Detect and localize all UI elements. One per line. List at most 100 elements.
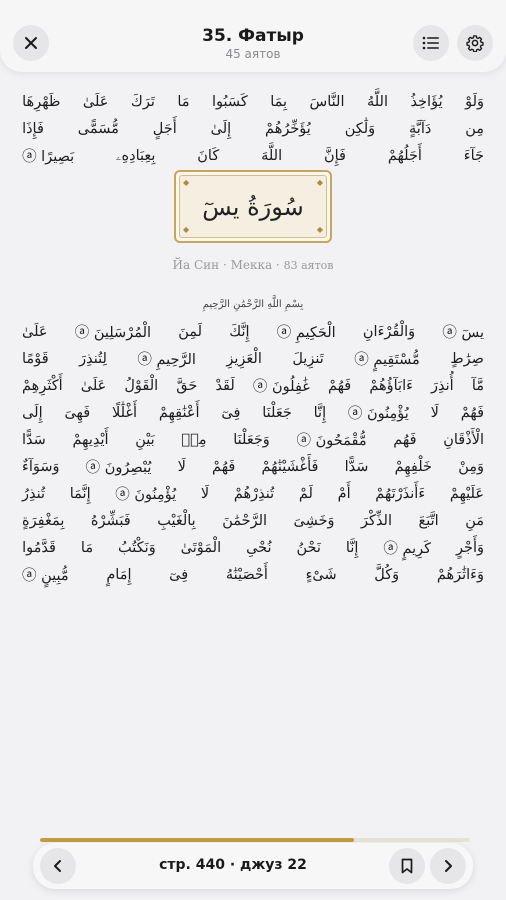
settings-button[interactable]	[457, 25, 493, 61]
quran-word[interactable]: النَّاسَ	[310, 94, 345, 110]
quran-word[interactable]: يُؤَاخِذُ	[410, 94, 442, 110]
quran-word[interactable]: فَأَغْشَيْنَٰهُمْ	[261, 459, 318, 475]
quran-word[interactable]: أَيْدِيهِمْ	[73, 432, 109, 448]
previous-page-button[interactable]	[40, 848, 76, 884]
quran-word[interactable]: إِنَّا	[346, 540, 358, 556]
quran-word[interactable]: نُحْىِ	[246, 540, 271, 556]
quran-word[interactable]: وَمِنْ	[458, 459, 484, 475]
quran-word[interactable]: أَعْنَٰقِهِمْ	[159, 405, 200, 421]
quran-word[interactable]: قَوْمًا	[22, 351, 49, 367]
quran-word[interactable]: لَا	[201, 486, 209, 502]
quran-word[interactable]: الرَّحِيمِ ⓐ	[137, 348, 196, 369]
quran-word[interactable]: أَحْصَيْنَٰهُ	[226, 567, 268, 583]
quran-word[interactable]: فَهُمْ	[328, 378, 351, 394]
quran-word[interactable]: الْمُرْسَلِينَ ⓐ	[75, 321, 151, 342]
quran-word[interactable]: تُنذِرُ	[22, 486, 45, 502]
quran-word[interactable]: بَيْنِ	[135, 432, 154, 448]
quran-word[interactable]: ظَهْرِهَا	[22, 94, 60, 110]
quran-word[interactable]: تُنذِرْهُمْ	[234, 486, 274, 502]
quran-word[interactable]: فَبَشِّرْهُ	[91, 513, 131, 529]
quran-word[interactable]: إِنَّمَا	[70, 486, 91, 502]
quran-word[interactable]: فَإِنَّ	[324, 148, 346, 164]
quran-word[interactable]: خَلْفِهِمْ	[395, 459, 432, 475]
quran-word[interactable]: جَآءَ	[464, 148, 484, 164]
quran-word[interactable]: فَهُم	[393, 432, 416, 448]
quran-word[interactable]: صِرَٰطٍ	[450, 351, 484, 367]
quran-word[interactable]: لِتُنذِرَ	[79, 351, 107, 367]
close-button[interactable]	[13, 25, 49, 61]
quran-word[interactable]: الرَّحْمَٰنَ	[222, 513, 267, 529]
quran-word[interactable]: وَلَوْ	[465, 94, 484, 110]
quran-word[interactable]: إِنَّا	[314, 405, 326, 421]
quran-word[interactable]: أَغْلَٰلًا	[112, 405, 137, 421]
quran-word[interactable]: سَدًّا	[345, 459, 369, 475]
quran-word[interactable]: إِنَّكَ	[229, 324, 249, 340]
quran-word[interactable]: فَهُمْ	[461, 405, 484, 421]
quran-word[interactable]: فِىٓ	[169, 567, 188, 583]
quran-word[interactable]: مَنِ	[465, 513, 484, 529]
quran-word[interactable]: إِمَامٍ	[106, 567, 131, 583]
quran-word[interactable]: مِنۢ	[181, 432, 206, 448]
quran-word[interactable]: اللَّهُ	[367, 94, 388, 110]
quran-word[interactable]: كَسَبُوا	[212, 94, 248, 110]
quran-word[interactable]: فِىٓ	[221, 405, 240, 421]
quran-word[interactable]: سَدًّا	[22, 432, 46, 448]
quran-word[interactable]: جَعَلْنَا	[262, 405, 292, 421]
bookmark-button[interactable]	[389, 848, 425, 884]
quran-word[interactable]: مُّقْمَحُونَ ⓐ	[297, 429, 367, 450]
quran-word[interactable]: وَسَوَآءٌ	[22, 459, 60, 475]
quran-word[interactable]: اللَّهَ	[261, 148, 282, 164]
quran-word[interactable]: ءَابَآؤُهُمْ	[369, 378, 413, 394]
quran-word[interactable]: مُّسْتَقِيمٍ ⓐ	[354, 348, 420, 369]
quran-word[interactable]: كَانَ	[197, 148, 219, 164]
quran-word[interactable]: وَأَجْرٍ	[456, 540, 484, 556]
quran-word[interactable]: أَمْ	[338, 486, 351, 502]
quran-word[interactable]: مَا	[81, 540, 93, 556]
quran-word[interactable]: الذِّكْرَ	[361, 513, 392, 529]
quran-word[interactable]: فَهُمْ	[212, 459, 235, 475]
quran-word[interactable]: إِلَى	[22, 405, 43, 421]
quran-word[interactable]: الْمَوْتَىٰ	[181, 540, 221, 556]
quran-word[interactable]: وَالْقُرْءَانِ	[363, 324, 415, 340]
quran-word[interactable]: غَٰفِلُونَ ⓐ	[253, 375, 310, 396]
quran-word[interactable]: لَمْ	[299, 486, 313, 502]
quran-word[interactable]: الْعَزِيزِ	[226, 351, 261, 367]
quran-word[interactable]: تَنزِيلَ	[292, 351, 323, 367]
quran-word[interactable]: مُّسَمًّى	[78, 121, 119, 137]
quran-word[interactable]: فَهِىَ	[64, 405, 90, 421]
quran-word[interactable]: لَا	[431, 405, 439, 421]
quran-word[interactable]: عَلَىٰ	[81, 378, 107, 394]
quran-word[interactable]: بِمَا	[270, 94, 287, 110]
quran-word[interactable]: إِلَىٰ	[211, 121, 232, 137]
quran-word[interactable]: شَىْءٍ	[306, 567, 337, 583]
quran-word[interactable]: قَدَّمُوا	[22, 540, 56, 556]
quran-word[interactable]: وَءَاثَٰرَهُمْ	[437, 567, 484, 583]
quran-word[interactable]: مِن	[465, 121, 484, 137]
quran-word[interactable]: لَمِنَ	[178, 324, 202, 340]
quran-word[interactable]: يُؤْمِنُونَ ⓐ	[348, 402, 409, 423]
quran-word[interactable]: لَقَدْ	[215, 378, 234, 394]
quran-word[interactable]: وَجَعَلْنَا	[233, 432, 270, 448]
quran-word[interactable]: كَرِيمٍ ⓐ	[383, 537, 431, 558]
quran-word[interactable]: عَلَىٰ	[83, 94, 109, 110]
quran-word[interactable]: أَجَلُهُمْ	[388, 148, 422, 164]
quran-word[interactable]: يُؤَخِّرُهُمْ	[265, 121, 311, 137]
quran-word[interactable]: دَآبَّةٍ	[409, 121, 431, 137]
quran-word[interactable]: وَخَشِىَ	[294, 513, 335, 529]
quran-word[interactable]: أُنذِرَ	[431, 378, 454, 394]
next-page-button[interactable]	[430, 848, 466, 884]
quran-word[interactable]: بِمَغْفِرَةٍ	[22, 513, 64, 529]
quran-word[interactable]: اتَّبَعَ	[419, 513, 439, 529]
quran-word[interactable]: بِعِبَادِهِۦ	[116, 148, 155, 164]
quran-word[interactable]: الْحَكِيمِ ⓐ	[277, 321, 336, 342]
quran-word[interactable]: يُؤْمِنُونَ ⓐ	[115, 483, 176, 504]
quran-word[interactable]: ءَأَنذَرْتَهُمْ	[375, 486, 425, 502]
quran-word[interactable]: مُّبِينٍ ⓐ	[22, 564, 69, 585]
contents-button[interactable]	[413, 25, 449, 61]
quran-word[interactable]: فَإِذَا	[22, 121, 44, 137]
quran-word[interactable]: عَلَيْهِمْ	[450, 486, 484, 502]
quran-word[interactable]: مَّآ	[472, 378, 484, 394]
quran-word[interactable]: لَا	[178, 459, 186, 475]
quran-word[interactable]: بَصِيرًا ⓐ	[22, 145, 74, 166]
quran-word[interactable]: يُبْصِرُونَ ⓐ	[86, 456, 152, 477]
